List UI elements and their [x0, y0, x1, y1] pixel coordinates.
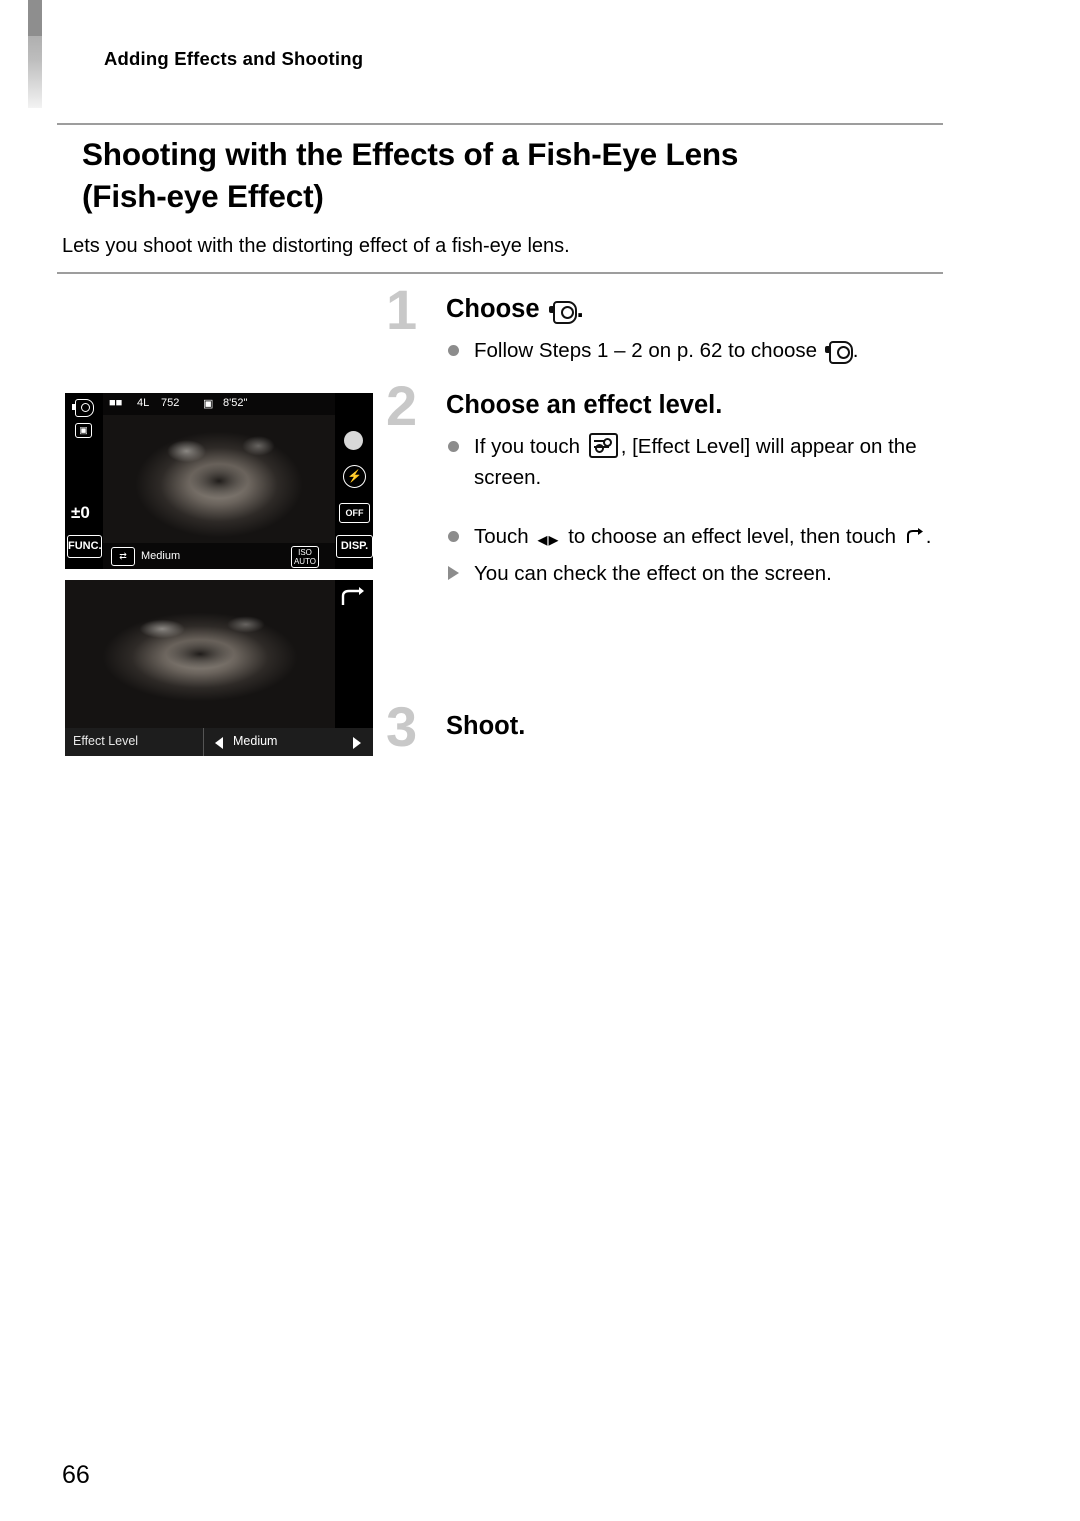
effect-level-icon	[588, 433, 618, 458]
remaining-shots-label: 752	[161, 397, 180, 409]
list-item: Touch ◂▸ to choose an effect level, then…	[446, 521, 966, 556]
step-1-heading-text: Choose	[446, 295, 540, 323]
left-right-arrows-icon: ◂▸	[537, 529, 560, 551]
right-arrow-icon[interactable]	[353, 737, 361, 749]
title-rule-bottom	[57, 272, 943, 274]
return-back-icon	[904, 527, 924, 547]
list-item: Follow Steps 1 – 2 on p. 62 to choose .	[446, 335, 966, 366]
step-1-number: 1	[386, 278, 418, 341]
shutter-button-icon[interactable]	[344, 431, 363, 450]
metering-icon[interactable]: ▣	[75, 423, 92, 438]
step-2-bullets: If you touch , [Effect Level] will appea…	[446, 431, 966, 589]
steps-list: 1 Choose . Follow Steps 1 – 2 on p. 62 t…	[386, 282, 966, 755]
movie-icon: ▣	[203, 398, 214, 410]
image-quality-label: 4L	[137, 397, 150, 409]
camera-right-controls-effect	[335, 580, 373, 728]
fisheye-mode-icon	[824, 340, 853, 364]
intro-text: Lets you shoot with the distorting effec…	[62, 235, 570, 257]
fisheye-mode-icon	[548, 300, 577, 324]
step-2-heading: Choose an effect level.	[446, 391, 723, 419]
flash-off-icon[interactable]: OFF	[339, 503, 370, 523]
movie-time-label: 8'52"	[223, 397, 248, 409]
step-1-heading-period: .	[576, 295, 584, 323]
bullet-text-mid: to choose an effect level, then touch	[568, 525, 897, 548]
camera-bottom-status-bar: ⇄ Medium ISO AUTO	[103, 543, 335, 569]
bullet-text: Follow Steps 1 – 2 on p. 62 to choose	[474, 339, 818, 362]
step-3: 3 Shoot.	[386, 699, 966, 755]
iso-value: AUTO	[293, 557, 317, 566]
camera-right-controls: ⚡ OFF DISP.	[335, 393, 373, 569]
title-rule-top	[57, 123, 943, 125]
camera-left-controls: ▣ ±0 FUNC.	[65, 393, 103, 569]
battery-icon: ■■	[109, 397, 123, 409]
page-spine-tab	[28, 0, 42, 36]
effect-value-label: Medium	[141, 550, 181, 562]
step-1: 1 Choose . Follow Steps 1 – 2 on p. 62 t…	[386, 282, 966, 366]
step-2: 2 Choose an effect level. If you touch ,…	[386, 378, 966, 589]
page-title-line2: (Fish-eye Effect)	[82, 178, 324, 214]
iso-badge[interactable]: ISO AUTO	[291, 546, 319, 568]
bullet-text: Touch	[474, 525, 529, 548]
camera-preview-image: ■■ 4L 752 ▣ 8'52" ⇄ Medium ISO AUTO	[103, 393, 335, 569]
effect-level-bar: Effect Level Medium	[65, 728, 373, 756]
func-button[interactable]: FUNC.	[67, 535, 102, 558]
running-head: Adding Effects and Shooting	[104, 48, 364, 69]
page-title-line1: Shooting with the Effects of a Fish-Eye …	[82, 136, 739, 172]
bullet-text-end: .	[925, 525, 932, 548]
step-1-heading: Choose .	[446, 290, 966, 326]
effect-level-label: Effect Level	[73, 734, 139, 748]
bullet-text: If you touch	[474, 435, 580, 458]
step-2-number: 2	[386, 374, 418, 437]
list-item: You can check the effect on the screen.	[446, 558, 966, 589]
list-item: If you touch , [Effect Level] will appea…	[446, 431, 966, 493]
page-number: 66	[62, 1461, 90, 1489]
fisheye-mode-icon[interactable]	[72, 399, 94, 417]
camera-top-status-bar: ■■ 4L 752 ▣ 8'52"	[103, 393, 335, 415]
camera-preview-image-effect	[65, 580, 335, 728]
page-title: Shooting with the Effects of a Fish-Eye …	[82, 133, 962, 217]
exposure-compensation-label[interactable]: ±0	[71, 503, 90, 523]
step-3-number: 3	[386, 695, 418, 758]
return-back-icon[interactable]	[337, 586, 367, 612]
left-arrow-icon[interactable]	[215, 737, 223, 749]
camera-screen-shooting: ■■ 4L 752 ▣ 8'52" ⇄ Medium ISO AUTO ▣ ±0…	[65, 393, 373, 569]
effect-level-icon[interactable]: ⇄	[111, 547, 135, 566]
step-1-bullets: Follow Steps 1 – 2 on p. 62 to choose .	[446, 335, 966, 366]
effect-level-value: Medium	[233, 734, 278, 748]
iso-label: ISO	[298, 548, 312, 557]
bullet-text: You can check the effect on the screen.	[474, 562, 832, 585]
disp-button[interactable]: DISP.	[336, 535, 373, 558]
step-3-heading: Shoot.	[446, 712, 526, 740]
bullet-text-end: .	[852, 339, 859, 362]
flash-icon[interactable]: ⚡	[343, 465, 366, 488]
camera-screen-effect-level: Effect Level Medium	[65, 580, 373, 756]
